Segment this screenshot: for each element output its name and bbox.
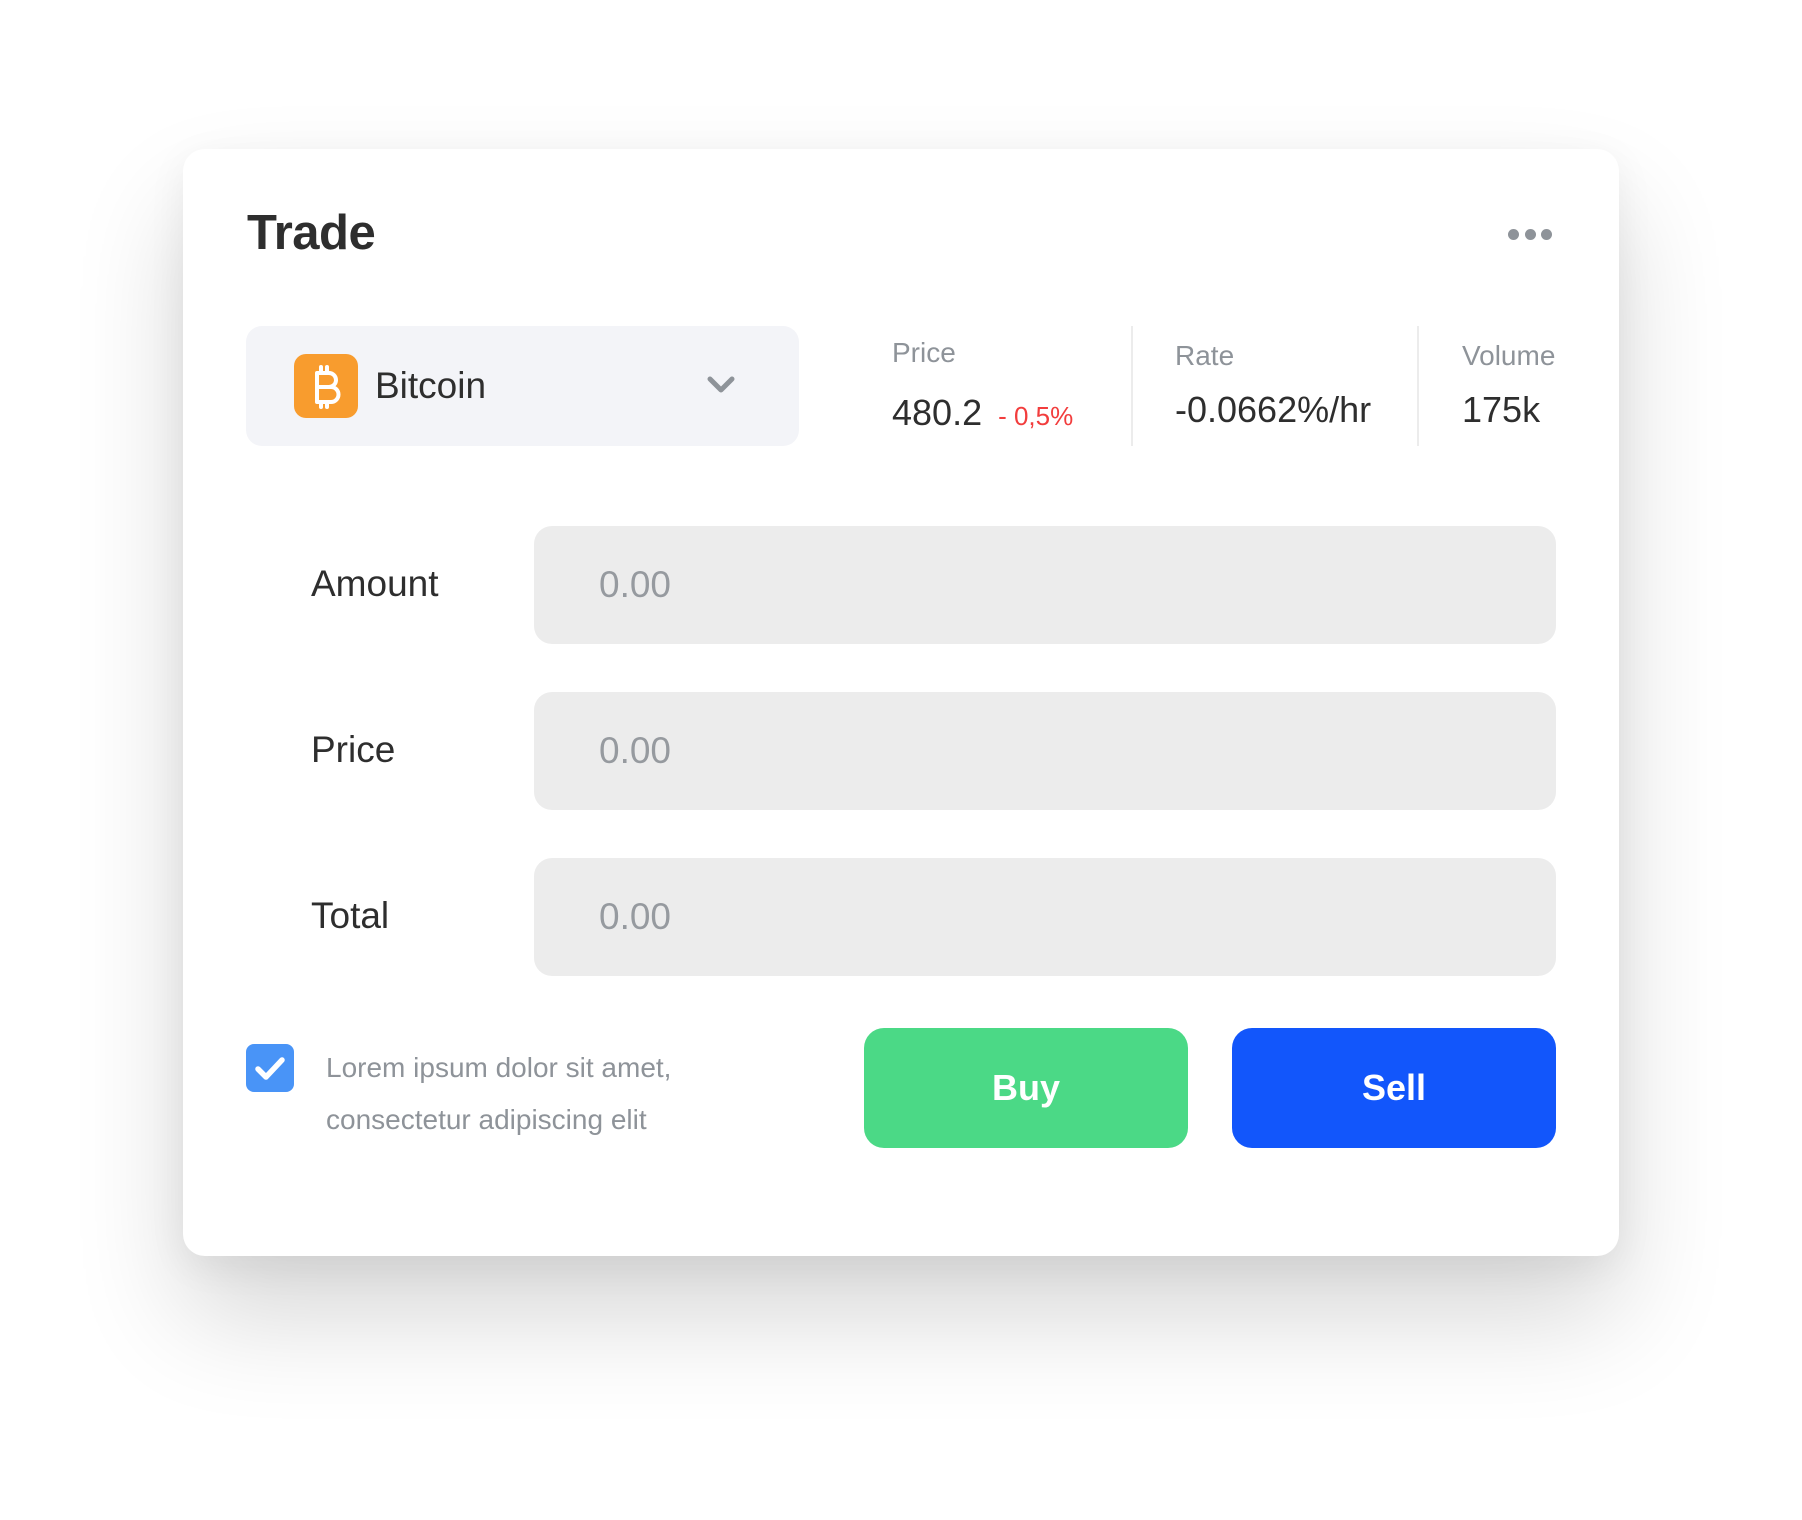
stat-divider [1131,326,1133,446]
price-stat: 480.2 - 0,5% [892,392,1073,437]
selected-asset-name: Bitcoin [375,365,487,406]
dot [1541,228,1552,240]
asset-selector-dropdown[interactable]: Bitcoin [246,326,799,446]
agreement-text-line1: Lorem ipsum dolor sit amet, [326,1052,672,1083]
bitcoin-icon [294,354,358,418]
card-title: Trade [247,206,376,260]
price-input[interactable] [534,692,1556,810]
price-stat-value: 480.2 [892,392,983,433]
dot [1508,228,1519,240]
price-label: Price [311,729,396,770]
agreement-text-line2: consectetur adipiscing elit [326,1104,647,1135]
trade-card: Trade Bitcoin Price 480.2- 0,5% Rate -0.… [183,149,1619,1256]
stat-divider [1417,326,1419,446]
amount-label: Amount [311,563,439,604]
rate-stat-label: Rate [1175,340,1235,371]
checkmark-icon [255,1057,285,1080]
buy-button[interactable]: Buy [864,1028,1188,1148]
chevron-down-icon [707,376,735,393]
total-input[interactable] [534,858,1556,976]
sell-button[interactable]: Sell [1232,1028,1556,1148]
total-label: Total [311,895,390,936]
dot [1524,228,1536,240]
volume-stat-value: 175k [1462,389,1541,430]
price-stat-label: Price [892,337,956,368]
amount-input[interactable] [534,526,1556,644]
agreement-checkbox[interactable] [246,1044,294,1092]
agreement-text: Lorem ipsum dolor sit amet, consectetur … [326,1042,671,1146]
volume-stat-label: Volume [1462,340,1556,371]
price-change-badge: - 0,5% [998,401,1074,431]
more-options-icon[interactable] [1508,227,1552,241]
rate-stat-value: -0.0662%/hr [1175,389,1372,430]
